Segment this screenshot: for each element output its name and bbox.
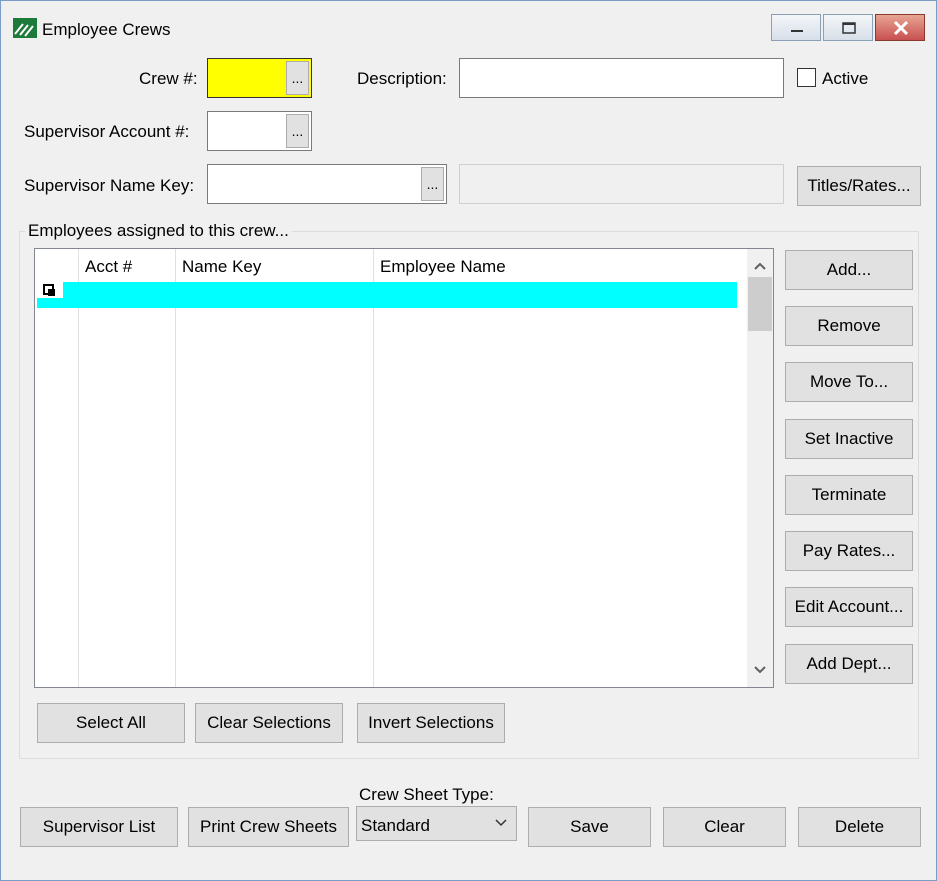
invert-selections-button[interactable]: Invert Selections (357, 703, 505, 743)
crew-number-input[interactable]: ... (207, 58, 312, 98)
app-logo-icon (13, 18, 37, 38)
minimize-button[interactable] (771, 14, 821, 41)
scroll-down-icon[interactable] (747, 659, 773, 683)
table-row[interactable] (37, 282, 737, 308)
pay-rates-button[interactable]: Pay Rates... (785, 531, 913, 571)
scroll-up-icon[interactable] (747, 253, 773, 277)
description-input[interactable] (459, 58, 784, 98)
clear-selections-button[interactable]: Clear Selections (195, 703, 343, 743)
description-label: Description: (357, 69, 447, 88)
crew-sheet-type-select[interactable]: Standard (356, 806, 517, 841)
crew-label: Crew #: (139, 69, 198, 88)
supervisor-name-input[interactable]: ... (207, 164, 447, 204)
window-title: Employee Crews (42, 20, 171, 39)
employee-crews-window: Employee Crews Crew #: ... Description: … (0, 0, 937, 881)
supervisor-name-display (459, 164, 784, 204)
column-header-name-key[interactable]: Name Key (182, 257, 261, 277)
new-row-icon (43, 284, 55, 296)
column-header-acct[interactable]: Acct # (85, 257, 132, 277)
terminate-button[interactable]: Terminate (785, 475, 913, 515)
supervisor-name-label: Supervisor Name Key: (24, 176, 195, 195)
minimize-icon (791, 30, 803, 32)
print-crew-sheets-button[interactable]: Print Crew Sheets (188, 807, 349, 847)
employees-group-title: Employees assigned to this crew... (25, 221, 292, 241)
supervisor-account-label: Supervisor Account #: (24, 122, 190, 141)
set-inactive-button[interactable]: Set Inactive (785, 419, 913, 459)
crew-sheet-type-label: Crew Sheet Type: (359, 785, 494, 804)
maximize-button[interactable] (823, 14, 873, 41)
move-to-button[interactable]: Move To... (785, 362, 913, 402)
grid-scrollbar[interactable] (747, 249, 773, 687)
supervisor-account-lookup-button[interactable]: ... (286, 114, 309, 148)
employees-grid[interactable]: Acct # Name Key Employee Name (34, 248, 774, 688)
crew-sheet-type-value: Standard (361, 816, 430, 835)
supervisor-list-button[interactable]: Supervisor List (20, 807, 178, 847)
add-dept-button[interactable]: Add Dept... (785, 644, 913, 684)
close-icon (893, 20, 909, 36)
titles-rates-button[interactable]: Titles/Rates... (797, 166, 921, 206)
maximize-icon (842, 22, 856, 34)
row-marker-icon (37, 282, 63, 298)
scroll-thumb[interactable] (748, 277, 772, 331)
select-all-button[interactable]: Select All (37, 703, 185, 743)
active-checkbox[interactable] (797, 68, 816, 87)
edit-account-button[interactable]: Edit Account... (785, 587, 913, 627)
supervisor-account-input[interactable]: ... (207, 111, 312, 151)
save-button[interactable]: Save (528, 807, 651, 847)
column-header-employee-name[interactable]: Employee Name (380, 257, 506, 277)
add-button[interactable]: Add... (785, 250, 913, 290)
delete-button[interactable]: Delete (798, 807, 921, 847)
remove-button[interactable]: Remove (785, 306, 913, 346)
close-button[interactable] (875, 14, 925, 41)
supervisor-name-lookup-button[interactable]: ... (421, 167, 444, 201)
clear-button[interactable]: Clear (663, 807, 786, 847)
crew-lookup-button[interactable]: ... (286, 61, 309, 95)
title-bar: Employee Crews (1, 1, 936, 47)
chevron-down-icon (495, 819, 507, 827)
active-label: Active (822, 69, 869, 88)
